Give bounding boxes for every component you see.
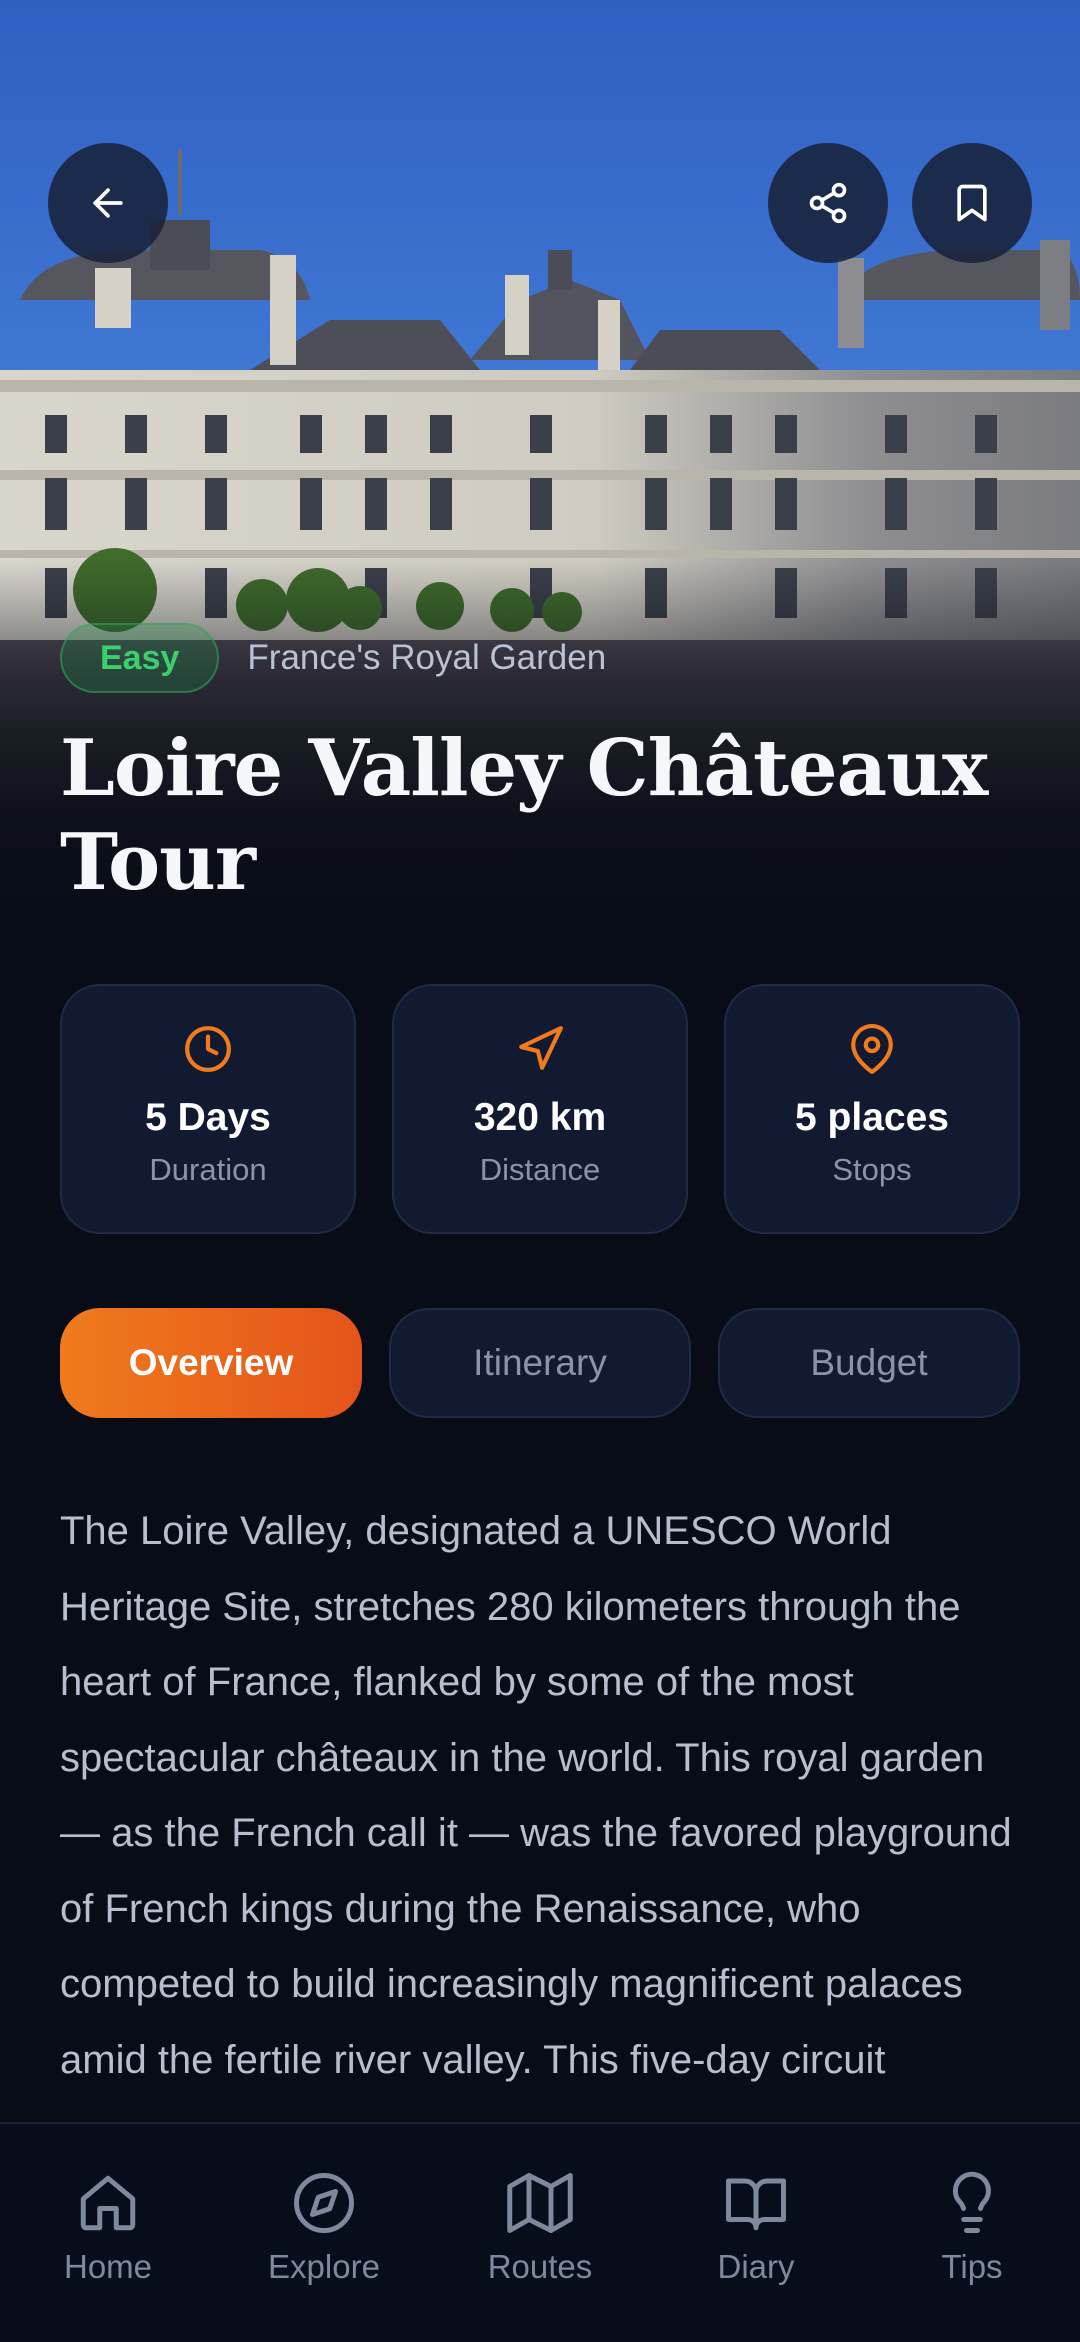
tour-meta: Easy France's Royal Garden (60, 622, 606, 694)
nav-item-routes[interactable]: Routes (450, 2124, 630, 2342)
book-icon (726, 2178, 786, 2231)
share-icon (809, 182, 847, 224)
home-icon (80, 2175, 136, 2231)
bookmark-icon (957, 184, 987, 222)
back-button[interactable] (48, 143, 168, 263)
stat-card-duration: 5 Days Duration (60, 984, 356, 1234)
page-title: Loire Valley Châteaux Tour (60, 723, 988, 908)
nav-label: Routes (487, 2248, 593, 2285)
stat-value: 5 places (795, 1096, 949, 1139)
nav-item-diary[interactable]: Diary (666, 2124, 846, 2342)
tab-itinerary[interactable]: Itinerary (389, 1308, 691, 1418)
map-icon (507, 2173, 573, 2233)
map-pin-icon (851, 1024, 893, 1074)
nav-label: Tips (941, 2248, 1003, 2285)
stat-label: Stops (832, 1152, 912, 1187)
stats-row: 5 Days Duration 320 km Distance 5 places… (60, 984, 1020, 1234)
nav-label: Explore (268, 2248, 380, 2285)
navigation-icon (519, 1026, 563, 1070)
stat-card-stops: 5 places Stops (724, 984, 1020, 1234)
share-button[interactable] (768, 143, 888, 263)
nav-label: Diary (717, 2248, 795, 2285)
compass-icon (294, 2173, 354, 2233)
lightbulb-icon (953, 2171, 991, 2233)
stat-label: Distance (479, 1152, 601, 1187)
nav-label: Home (63, 2248, 153, 2285)
stat-card-distance: 320 km Distance (392, 984, 688, 1234)
nav-item-home[interactable]: Home (18, 2124, 198, 2342)
stat-label: Duration (149, 1152, 267, 1187)
nav-item-explore[interactable]: Explore (234, 2124, 414, 2342)
clock-icon (185, 1026, 231, 1072)
tab-bar: Overview Itinerary Budget (60, 1308, 1020, 1418)
back-arrow-icon (93, 188, 123, 218)
nav-item-tips[interactable]: Tips (882, 2124, 1062, 2342)
stat-value: 320 km (473, 1096, 607, 1139)
tour-subtitle: France's Royal Garden (247, 638, 607, 677)
stat-value: 5 Days (145, 1096, 271, 1139)
difficulty-badge: Easy (60, 623, 220, 693)
bookmark-button[interactable] (912, 143, 1032, 263)
tour-description: The Loire Valley, designated a UNESCO Wo… (60, 1509, 1012, 2082)
tab-overview[interactable]: Overview (60, 1308, 362, 1418)
bottom-nav: Home Explore Routes Diary Tips (0, 2122, 1080, 2342)
tab-budget[interactable]: Budget (718, 1308, 1020, 1418)
